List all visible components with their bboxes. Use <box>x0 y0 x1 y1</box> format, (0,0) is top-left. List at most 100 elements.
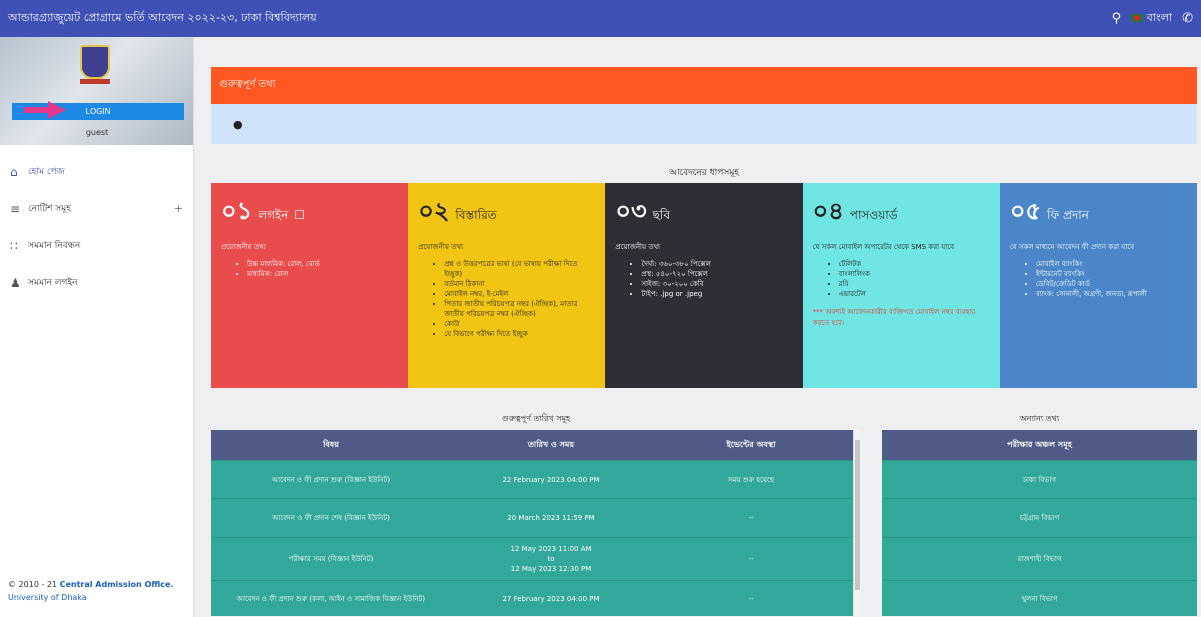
important-info-title: গুরুত্বপূর্ণ তথ্য <box>211 67 1197 104</box>
sidebar-header: LOGIN guest <box>0 37 193 145</box>
step-heading[interactable]: লগইন <box>258 208 288 222</box>
step-subtitle: প্রয়োজনীয় তথ্য <box>418 243 464 251</box>
step-subtitle: যে সকল মোবাইল অপারেটর থেকে SMS করা যাবে <box>812 243 955 251</box>
list-item: প্রশ্ন ও উত্তরপত্রের ভাষা (যে ভাষায় পরী… <box>444 259 595 279</box>
important-info-card: গুরুত্বপূর্ণ তথ্য ● <box>211 67 1197 144</box>
list-item: ডেবিট/ক্রেডিট কার্ড <box>1036 279 1187 289</box>
list-item: উচ্চ মাধ্যমিক: রোল, বোর্ড <box>247 259 398 269</box>
sidebar-item-notices[interactable]: ≡ নোটিশ সমূহ + <box>0 190 193 227</box>
step-number: ০২ <box>418 197 450 225</box>
top-app-bar: আন্ডারগ্র্যাজুয়েট প্রোগ্রামে ভর্তি আবেদ… <box>0 0 1201 37</box>
other-info-title: অন্যান্য তথ্য <box>1019 414 1060 423</box>
copyright-org-link[interactable]: Central Admission Office. <box>60 580 174 589</box>
cell-date: 12 May 2023 11:00 AM to 12 May 2023 12:3… <box>451 544 651 574</box>
bullet-icon: ● <box>233 117 243 131</box>
table-row: চট্টগ্রাম বিভাগ <box>882 498 1197 537</box>
logo-ribbon <box>80 79 110 84</box>
person-icon: ♟ <box>10 275 21 290</box>
sidebar-item-equivalent-register[interactable]: ∷ সমমান নিবন্ধন <box>0 227 193 264</box>
sidebar-item-equivalent-login[interactable]: ♟ সমমান লগইন <box>0 264 193 301</box>
phone-icon[interactable]: ✆ <box>1182 11 1193 26</box>
scrollbar-thumb[interactable] <box>855 440 860 590</box>
list-item: এয়ারটেল <box>839 289 990 299</box>
step-list: মোবাইল ব্যাংকিং ইন্টারনেট ব্যাংকিং ডেবিট… <box>1010 259 1187 299</box>
list-item: বাংলালিংক <box>839 269 990 279</box>
table-header: বিষয় তারিখ ও সময় ইভেন্টের অবস্থা <box>211 430 861 460</box>
search-icon[interactable]: ⚲ <box>1112 11 1122 26</box>
cell-status: -- <box>748 514 754 522</box>
cell-subject: আবেদন ও ফী প্রদান শুরু (বিজ্ঞান ইউনিট) <box>271 475 391 484</box>
list-item: ইন্টারনেট ব্যাংকিং <box>1036 269 1187 279</box>
cell-date: 27 February 2023 04:00 PM <box>502 594 600 603</box>
column-header: ইভেন্টের অবস্থা <box>726 439 776 449</box>
list-item: কোটা <box>444 319 595 329</box>
external-link-icon[interactable]: ☐ <box>294 208 305 222</box>
table-scrollbar[interactable] <box>853 430 861 617</box>
important-dates-title: গুরুত্বপূর্ণ তারিখ সমূহ <box>501 414 571 423</box>
notes-icon: ≡ <box>10 201 21 216</box>
cell-subject: আবেদন ও ফী প্রদান শেষ (বিজ্ঞান ইউনিট) <box>272 514 390 522</box>
application-steps: ০১ লগইন ☐ প্রয়োজনীয় তথ্য উচ্চ মাধ্যমিক: … <box>211 183 1198 388</box>
step-heading: ছবি <box>652 208 671 222</box>
cell-date: 20 March 2023 11:59 PM <box>507 514 595 522</box>
step-number: ০৪ <box>812 197 844 225</box>
step-fee-payment: ০৫ ফি প্রদান যে সকল মাধ্যমে আবেদন ফী প্রদ… <box>999 183 1198 388</box>
cell-status: সময় শুরু হয়েছে <box>727 475 775 484</box>
arrow-pointer-icon <box>24 101 66 119</box>
university-link[interactable]: University of Dhaka <box>8 593 87 602</box>
step-login: ০১ লগইন ☐ প্রয়োজনীয় তথ্য উচ্চ মাধ্যমিক: … <box>211 183 409 388</box>
step-subtitle: যে সকল মাধ্যমে আবেদন ফী প্রদান করা যাবে <box>1009 243 1135 251</box>
step-number: ০১ <box>221 197 253 225</box>
column-header: তারিখ ও সময় <box>527 439 575 449</box>
cell-subject: পরীক্ষার সময় (বিজ্ঞান ইউনিট) <box>288 555 374 563</box>
university-logo <box>80 45 110 79</box>
step-warning: *** অবশ্যই আবেদনকারীর ব্যক্তিগত মোবাইল ন… <box>812 308 976 327</box>
cell-status: -- <box>748 555 754 563</box>
table-header: পরীক্ষার অঞ্চল সমূহ <box>882 430 1197 460</box>
steps-title: আবেদনের ধাপসমূহ <box>668 168 740 178</box>
list-item: বর্তমান ঠিকানা <box>444 279 595 289</box>
list-item: দৈর্ঘ্য: ৩৬০-৩৮০ পিক্সেল <box>641 259 792 269</box>
sidebar-item-label: নোটিশ সমূহ <box>28 204 71 214</box>
topbar-actions: ⚲ বাংলা ✆ <box>1112 9 1193 28</box>
sidebar-item-label: সমমান নিবন্ধন <box>28 241 81 251</box>
language-switch[interactable]: বাংলা <box>1131 9 1172 28</box>
expand-icon[interactable]: + <box>174 202 183 215</box>
language-label: বাংলা <box>1146 11 1173 24</box>
copyright: © 2010 - 21 Central Admission Office. Un… <box>8 578 173 604</box>
list-item: যে বিভাগে পরীক্ষা দিতে ইচ্ছুক <box>444 329 595 339</box>
important-info-body: ● <box>211 104 1197 144</box>
app-title: আন্ডারগ্র্যাজুয়েট প্রোগ্রামে ভর্তি আবেদ… <box>8 11 317 24</box>
column-header: বিষয় <box>323 439 339 449</box>
cell-subject: আবেদন ও ফী প্রদান শুরু (কলা, আইন ও সামাজ… <box>236 594 426 603</box>
sidebar-menu: ⌂ হোম পেজ ≡ নোটিশ সমূহ + ∷ সমমান নিবন্ধন… <box>0 145 193 301</box>
column-header: পরীক্ষার অঞ্চল সমূহ <box>1007 439 1072 449</box>
list-item: পিতার জাতীয় পরিচয়পত্র নম্বর (ঐচ্ছিক), … <box>444 299 595 319</box>
date-end: 12 May 2023 12:30 PM <box>510 565 592 573</box>
table-row: আবেদন ও ফী প্রদান শুরু (বিজ্ঞান ইউনিট) 2… <box>211 460 861 498</box>
table-row: ঢাকা বিভাগ <box>882 460 1197 498</box>
cell-status: -- <box>748 594 754 603</box>
list-item: প্রস্থ: ৫৪০-৭২০ পিক্সেল <box>641 269 792 279</box>
table-row: খুলনা বিভাগ <box>882 580 1197 616</box>
step-number: ০৫ <box>1009 197 1041 225</box>
step-password: ০৪ পাসওয়ার্ড যে সকল মোবাইল অপারেটর থেকে … <box>802 183 1000 388</box>
sidebar-item-home[interactable]: ⌂ হোম পেজ <box>0 153 193 190</box>
list-item: সাইজ: ৩০-২০০ কেবি <box>641 279 792 289</box>
step-number: ০৩ <box>615 197 647 225</box>
list-item: রবি <box>839 279 990 289</box>
step-list: প্রশ্ন ও উত্তরপত্রের ভাষা (যে ভাষায় পরী… <box>418 259 595 339</box>
table-row: পরীক্ষার সময় (বিজ্ঞান ইউনিট) 12 May 202… <box>211 537 861 580</box>
table-row: রাজশাহী বিভাগ <box>882 537 1197 580</box>
step-details: ০২ বিস্তারিত প্রয়োজনীয় তথ্য প্রশ্ন ও উত… <box>408 183 606 388</box>
step-list: দৈর্ঘ্য: ৩৬০-৩৮০ পিক্সেল প্রস্থ: ৫৪০-৭২০… <box>615 259 792 299</box>
date-start: 12 May 2023 11:00 AM <box>510 545 592 553</box>
step-subtitle: প্রয়োজনীয় তথ্য <box>615 243 661 251</box>
bangladesh-flag-icon <box>1131 14 1144 22</box>
step-list: টেলিটক বাংলালিংক রবি এয়ারটেল <box>813 259 990 299</box>
sidebar-item-label: সমমান লগইন <box>28 278 78 288</box>
register-icon: ∷ <box>10 238 18 253</box>
sidebar: LOGIN guest ⌂ হোম পেজ ≡ নোটিশ সমূহ + ∷ স… <box>0 37 194 617</box>
home-icon: ⌂ <box>10 164 18 179</box>
step-heading: পাসওয়ার্ড <box>849 208 898 222</box>
